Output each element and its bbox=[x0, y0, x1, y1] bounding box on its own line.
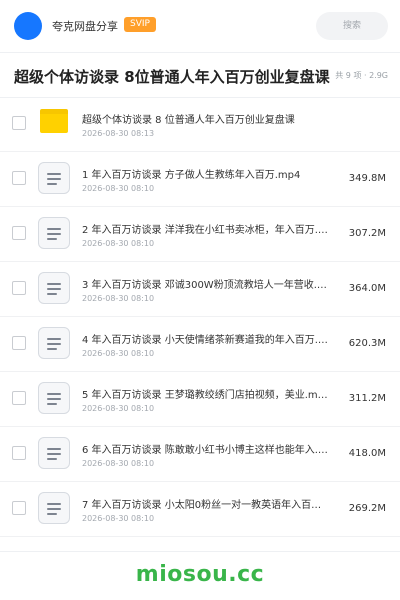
file-date: 2026-08-30 08:13 bbox=[82, 129, 155, 138]
file-size: 418.0M bbox=[348, 448, 386, 459]
file-date: 2026-08-30 08:10 bbox=[82, 294, 155, 303]
file-name[interactable]: 2 年入百万访谈录 洋洋我在小红书卖冰柜，年入百万.mp4 bbox=[82, 221, 330, 236]
file-size: 620.3M bbox=[348, 338, 386, 349]
file-name[interactable]: 5 年入百万访谈录 王梦璐教绞绣门店拍视频，美业.mp4 bbox=[82, 386, 330, 401]
document-icon bbox=[38, 437, 70, 469]
file-row[interactable]: 3 年入百万访谈录 邓诚300W粉顶流教培人一年营收.mp4 2026-08-3… bbox=[0, 262, 400, 317]
checkbox[interactable] bbox=[12, 281, 26, 295]
file-row[interactable]: 4 年入百万访谈录 小天使情绪茶新赛道我的年入百万.mp4 2026-08-30… bbox=[0, 317, 400, 372]
file-date: 2026-08-30 08:10 bbox=[82, 459, 155, 468]
file-row[interactable]: 1 年入百万访谈录 方子做人生教练年入百万.mp4 2026-08-30 08:… bbox=[0, 152, 400, 207]
document-icon bbox=[38, 492, 70, 524]
file-size: 311.2M bbox=[348, 393, 386, 404]
document-icon bbox=[38, 327, 70, 359]
document-icon bbox=[38, 162, 70, 194]
file-row[interactable]: 7 年入百万访谈录 小太阳0粉丝一对一教英语年入百万.mp4 2026-08-3… bbox=[0, 482, 400, 537]
title-row: 超级个体访谈录 8位普通人年入百万创业复盘课 共 9 项 · 2.9G bbox=[0, 53, 400, 97]
file-name[interactable]: 超级个体访谈录 8 位普通人年入百万创业复盘课 bbox=[82, 111, 330, 126]
search-input[interactable]: 搜索 bbox=[316, 12, 388, 40]
footer-divider bbox=[0, 551, 400, 552]
checkbox[interactable] bbox=[12, 501, 26, 515]
checkbox[interactable] bbox=[12, 446, 26, 460]
file-name[interactable]: 4 年入百万访谈录 小天使情绪茶新赛道我的年入百万.mp4 bbox=[82, 331, 330, 346]
file-size: 307.2M bbox=[348, 228, 386, 239]
file-size: 364.0M bbox=[348, 283, 386, 294]
file-name[interactable]: 7 年入百万访谈录 小太阳0粉丝一对一教英语年入百万.mp4 bbox=[82, 496, 330, 511]
file-row[interactable]: 5 年入百万访谈录 王梦璐教绞绣门店拍视频，美业.mp4 2026-08-30 … bbox=[0, 372, 400, 427]
avatar[interactable] bbox=[14, 12, 42, 40]
username[interactable]: 夸克网盘分享 bbox=[52, 18, 118, 34]
file-name[interactable]: 6 年入百万访谈录 陈敢敢小红书小博主这样也能年入.mp4 bbox=[82, 441, 330, 456]
file-row[interactable]: 超级个体访谈录 8 位普通人年入百万创业复盘课 2026-08-30 08:13 bbox=[0, 97, 400, 152]
file-date: 2026-08-30 08:10 bbox=[82, 184, 155, 193]
document-icon bbox=[38, 382, 70, 414]
watermark: miosou.cc bbox=[135, 562, 265, 587]
file-date: 2026-08-30 08:10 bbox=[82, 404, 155, 413]
header: 夸克网盘分享 SVIP 搜索 bbox=[0, 0, 400, 52]
file-size: 349.8M bbox=[348, 173, 386, 184]
checkbox[interactable] bbox=[12, 391, 26, 405]
file-row[interactable]: 6 年入百万访谈录 陈敢敢小红书小博主这样也能年入.mp4 2026-08-30… bbox=[0, 427, 400, 482]
item-count-meta: 共 9 项 · 2.9G bbox=[335, 71, 388, 80]
folder-icon bbox=[40, 109, 68, 133]
file-name[interactable]: 3 年入百万访谈录 邓诚300W粉顶流教培人一年营收.mp4 bbox=[82, 276, 330, 291]
checkbox[interactable] bbox=[12, 336, 26, 350]
checkbox[interactable] bbox=[12, 171, 26, 185]
document-icon bbox=[38, 217, 70, 249]
file-date: 2026-08-30 08:10 bbox=[82, 239, 155, 248]
checkbox[interactable] bbox=[12, 226, 26, 240]
checkbox[interactable] bbox=[12, 116, 26, 130]
file-date: 2026-08-30 08:10 bbox=[82, 349, 155, 358]
file-list: 超级个体访谈录 8 位普通人年入百万创业复盘课 2026-08-30 08:13… bbox=[0, 97, 400, 537]
file-size: 269.2M bbox=[348, 503, 386, 514]
file-row[interactable]: 2 年入百万访谈录 洋洋我在小红书卖冰柜，年入百万.mp4 2026-08-30… bbox=[0, 207, 400, 262]
document-icon bbox=[38, 272, 70, 304]
page-title: 超级个体访谈录 8位普通人年入百万创业复盘课 bbox=[14, 68, 330, 86]
file-name[interactable]: 1 年入百万访谈录 方子做人生教练年入百万.mp4 bbox=[82, 166, 330, 181]
svip-badge: SVIP bbox=[124, 17, 156, 32]
file-date: 2026-08-30 08:10 bbox=[82, 514, 155, 523]
